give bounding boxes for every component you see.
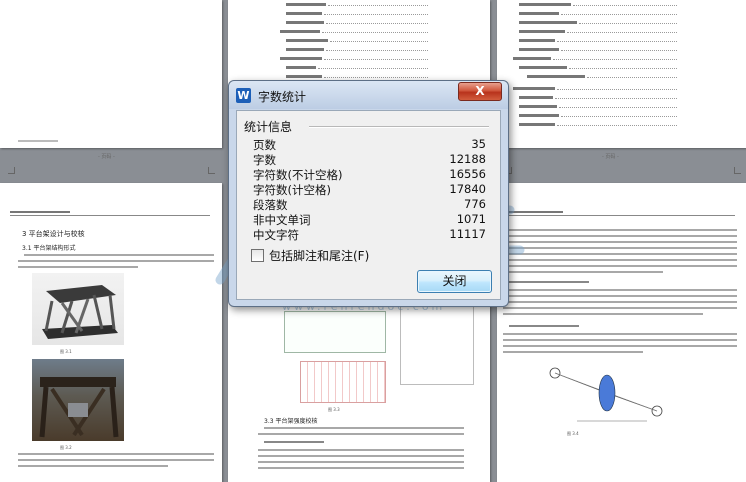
- stewart-platform-photo: [32, 273, 124, 345]
- wps-writer-icon: W: [236, 88, 251, 103]
- stat-label: 字数: [253, 153, 276, 167]
- page-corner-mark: [208, 167, 215, 174]
- stat-row-chars-with-spaces: 字符数(计空格) 17840: [253, 182, 486, 197]
- stat-row-words: 字数 12188: [253, 152, 486, 167]
- stat-label: 字符数(不计空格): [253, 168, 343, 182]
- force-diagram: [537, 363, 687, 425]
- stat-row-pages: 页数 35: [253, 137, 486, 152]
- page-footer: - 页码 -: [98, 154, 115, 160]
- sub-heading: 3.1 平台架结构形式: [22, 245, 76, 252]
- page-footer: - 页码 -: [602, 154, 619, 160]
- stat-row-paragraphs: 段落数 776: [253, 197, 486, 212]
- stat-row-non-chinese-words: 非中文单词 1071: [253, 212, 486, 227]
- section-heading-strength: 3.3 平台架强度校核: [264, 418, 318, 425]
- section-heading: 3 平台架设计与校核: [22, 230, 85, 238]
- page-corner-mark: [8, 167, 15, 174]
- group-divider: [309, 126, 489, 128]
- stat-value: 35: [471, 137, 486, 151]
- stat-value: 12188: [449, 152, 486, 166]
- dialog-client-area: 统计信息 页数 35 字数 12188 字符数(不计空格) 16556 字符数(…: [236, 110, 501, 300]
- word-count-dialog: W 字数统计 X 统计信息 页数 35 字数 12188 字符数(不计空格) 1…: [228, 80, 509, 307]
- stat-value: 17840: [449, 182, 486, 196]
- stat-value: 11117: [449, 227, 486, 241]
- include-footnotes-label[interactable]: 包括脚注和尾注(F): [269, 247, 369, 264]
- stat-label: 中文字符: [253, 228, 299, 242]
- stat-label: 非中文单词: [253, 213, 311, 227]
- stat-value: 1071: [456, 212, 486, 226]
- stat-value: 16556: [449, 167, 486, 181]
- dialog-titlebar[interactable]: W 字数统计 X: [229, 81, 508, 109]
- document-page-bottom-right: 图 3.4: [497, 183, 746, 482]
- dialog-title: 字数统计: [258, 90, 307, 104]
- include-footnotes-checkbox[interactable]: [251, 249, 264, 262]
- statistics-group-title: 统计信息: [244, 120, 293, 134]
- stat-row-chars-no-spaces: 字符数(不计空格) 16556: [253, 167, 486, 182]
- stat-row-chinese-chars: 中文字符 11117: [253, 227, 486, 242]
- stat-value: 776: [464, 197, 486, 211]
- close-button[interactable]: 关闭: [417, 270, 492, 293]
- platform-frame-photo: [32, 359, 124, 441]
- close-icon[interactable]: X: [458, 82, 502, 101]
- stat-label: 字符数(计空格): [253, 183, 331, 197]
- document-page-top-right: [497, 0, 746, 148]
- stat-label: 段落数: [253, 198, 288, 212]
- document-page-bottom-left: 3 平台架设计与校核 3.1 平台架结构形式 图 3.1 图 3.2: [0, 183, 222, 482]
- stat-label: 页数: [253, 138, 276, 152]
- page-corner-mark: [734, 167, 741, 174]
- document-page-top-left: [0, 0, 222, 148]
